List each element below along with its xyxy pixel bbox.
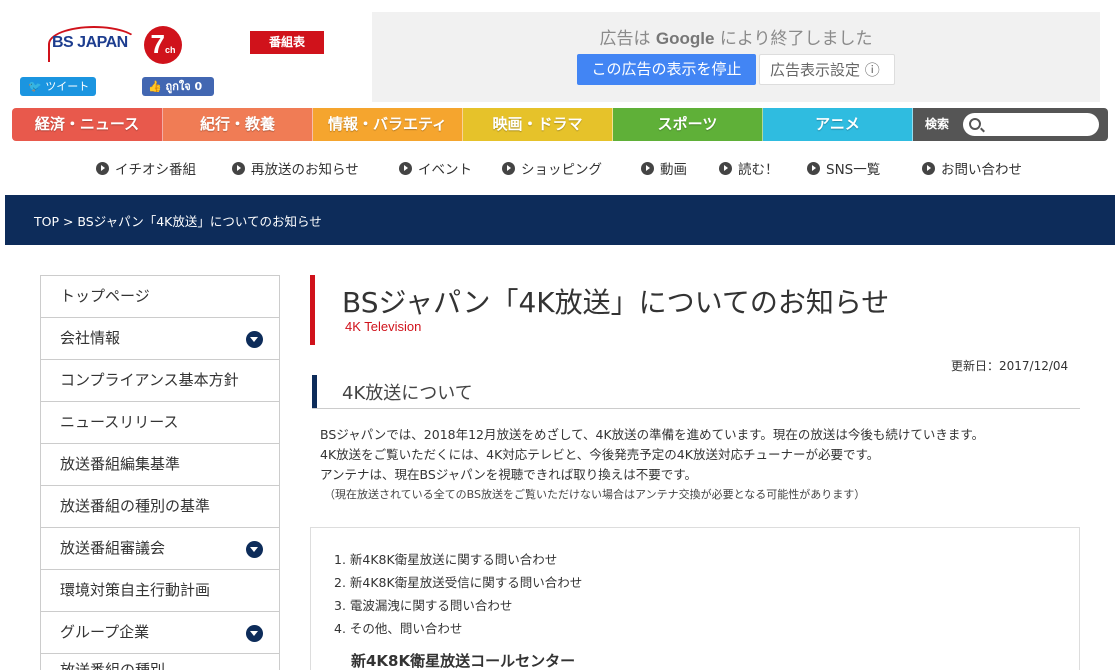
inquiry-list: 1. 新4K8K衛星放送に関する問い合わせ 2. 新4K8K衛星放送受信に関する… (334, 548, 582, 640)
chevron-down-icon[interactable] (246, 331, 263, 348)
sub-nav: イチオシ番組 再放送のお知らせ イベント ショッピング 動画 読む！ SNS一覧… (0, 158, 1118, 178)
ad-message-prefix: 広告は (599, 29, 651, 49)
sub-nav-label: 動画 (660, 162, 687, 178)
sidebar: トップページ 会社情報 コンプライアンス基本方針 ニュースリリース 放送番組編集… (40, 275, 280, 654)
paragraph: 4K放送をご覧いただくには、4K対応テレビと、今後発売予定の4K放送対応チューナ… (320, 447, 880, 462)
sidebar-item-label: 放送番組の種別 (60, 661, 166, 670)
ad-message-suffix: により終了しました (719, 29, 873, 49)
chevron-down-icon[interactable] (246, 541, 263, 558)
arrow-right-icon (399, 161, 412, 175)
sub-nav-label: イチオシ番組 (115, 162, 196, 178)
sidebar-item-group-companies[interactable]: グループ企業 (41, 612, 279, 654)
breadcrumb[interactable]: TOP > BSジャパン「4K放送」についてのお知らせ (34, 211, 322, 230)
arrow-right-icon (96, 161, 109, 175)
sidebar-item-label: トップページ (60, 287, 150, 305)
list-item[interactable]: 4. その他、問い合わせ (334, 617, 582, 640)
title-accent-bar (310, 275, 315, 345)
sub-nav-label: お問い合わせ (941, 162, 1022, 178)
logo-text: BS JAPAN (52, 34, 128, 51)
sidebar-item-label: 環境対策自主行動計画 (60, 581, 211, 599)
section-divider (312, 408, 1080, 409)
sidebar-item-label: 放送番組審議会 (60, 539, 166, 557)
sidebar-item-program-council[interactable]: 放送番組審議会 (41, 528, 279, 570)
sub-nav-shopping[interactable]: ショッピング (502, 158, 602, 178)
genre-sports[interactable]: スポーツ (613, 108, 763, 141)
ad-stop-button[interactable]: この広告の表示を停止 (577, 54, 756, 85)
twitter-icon: 🐦 (28, 80, 42, 93)
genre-travel-culture[interactable]: 紀行・教養 (163, 108, 313, 141)
genre-nav: 経済・ニュース 紀行・教養 情報・バラエティ 映画・ドラマ スポーツ アニメ 検… (12, 108, 1108, 141)
sidebar-item-label: 会社情報 (60, 329, 121, 347)
search-label: 検索 (925, 117, 950, 131)
section-accent-bar (312, 375, 317, 408)
sidebar-item-label: ニュースリリース (60, 413, 179, 431)
sidebar-item-label: グループ企業 (60, 623, 150, 641)
sub-nav-label: ショッピング (521, 162, 602, 178)
arrow-right-icon (719, 161, 732, 175)
thumbs-up-icon: 👍 (148, 80, 162, 93)
note: （現在放送されている全てのBS放送をご覧いただけない場合はアンテナ交換が必要とな… (324, 488, 866, 501)
page-subtitle: 4K Television (345, 319, 422, 334)
sidebar-item-program-types[interactable]: 放送番組の種別の基準 (41, 486, 279, 528)
call-center-heading: 新4K8K衛星放送コールセンター (351, 652, 576, 670)
bs-japan-logo[interactable]: BS JAPAN 7ch (48, 22, 192, 66)
sub-nav-label: 再放送のお知らせ (251, 162, 359, 178)
page-title: BSジャパン「4K放送」についてのお知らせ (342, 286, 890, 319)
logo-channel-badge: 7ch (144, 26, 182, 64)
arrow-right-icon (922, 161, 935, 175)
sub-nav-video[interactable]: 動画 (641, 158, 687, 178)
arrow-right-icon (232, 161, 245, 175)
list-item[interactable]: 3. 電波漏洩に関する問い合わせ (334, 594, 582, 617)
sub-nav-contact[interactable]: お問い合わせ (922, 158, 1022, 178)
sidebar-item-compliance[interactable]: コンプライアンス基本方針 (41, 360, 279, 402)
arrow-right-icon (502, 161, 515, 175)
list-item[interactable]: 1. 新4K8K衛星放送に関する問い合わせ (334, 548, 582, 571)
sidebar-item-editorial-standards[interactable]: 放送番組編集基準 (41, 444, 279, 486)
chevron-down-icon[interactable] (246, 625, 263, 642)
tweet-label: ツイート (45, 80, 90, 93)
sidebar-item-news-release[interactable]: ニュースリリース (41, 402, 279, 444)
ad-panel: 広告は Google により終了しました この広告の表示を停止 広告表示設定 ⓘ (372, 12, 1100, 102)
search-icon[interactable] (969, 118, 981, 130)
body-text: BSジャパンでは、2018年12月放送をめざして、4K放送の準備を進めています。… (320, 425, 1090, 505)
sub-nav-label: 読む！ (738, 162, 779, 178)
tweet-button[interactable]: 🐦 ツイート (20, 77, 96, 96)
genre-movie-drama[interactable]: 映画・ドラマ (463, 108, 613, 141)
sidebar-item-label: 放送番組編集基準 (60, 455, 181, 473)
sidebar-item-company[interactable]: 会社情報 (41, 318, 279, 360)
breadcrumb-bar: TOP > BSジャパン「4K放送」についてのお知らせ (5, 195, 1115, 245)
sub-nav-featured[interactable]: イチオシ番組 (96, 158, 196, 178)
page: BS JAPAN 7ch 番組表 🐦 ツイート 👍 ถูกใจ 0 広告は Go… (0, 0, 1118, 670)
sub-nav-rebroadcast[interactable]: 再放送のお知らせ (232, 158, 359, 178)
list-item[interactable]: 2. 新4K8K衛星放送受信に関する問い合わせ (334, 571, 582, 594)
sub-nav-label: イベント (418, 162, 472, 178)
like-label: ถูกใจ 0 (165, 80, 203, 93)
sub-nav-sns[interactable]: SNS一覧 (807, 158, 880, 178)
search-box: 検索 (913, 108, 1108, 141)
schedule-button[interactable]: 番組表 (250, 31, 324, 54)
sub-nav-read[interactable]: 読む！ (719, 158, 779, 178)
paragraph: BSジャパンでは、2018年12月放送をめざして、4K放送の準備を進めています。… (320, 427, 985, 442)
google-wordmark: Google (655, 29, 715, 48)
sidebar-item-label: 放送番組の種別の基準 (60, 497, 211, 515)
sidebar-item-label: コンプライアンス基本方針 (60, 371, 239, 389)
facebook-like-button[interactable]: 👍 ถูกใจ 0 (142, 77, 214, 96)
sidebar-item-top[interactable]: トップページ (41, 276, 279, 318)
logo-channel-number: 7 (150, 29, 165, 59)
sub-nav-event[interactable]: イベント (399, 158, 472, 178)
ad-settings-button[interactable]: 広告表示設定 ⓘ (759, 54, 895, 85)
sidebar-item-environment[interactable]: 環境対策自主行動計画 (41, 570, 279, 612)
sub-nav-label: SNS一覧 (826, 162, 881, 178)
arrow-right-icon (807, 161, 820, 175)
updated-date: 更新日：2017/12/04 (951, 359, 1069, 373)
sidebar-item-partial[interactable]: 放送番組の種別 (40, 653, 280, 670)
genre-anime[interactable]: アニメ (763, 108, 913, 141)
genre-info-variety[interactable]: 情報・バラエティ (313, 108, 463, 141)
paragraph: アンテナは、現在BSジャパンを視聴できれば取り換えは不要です。 (320, 467, 698, 482)
arrow-right-icon (641, 161, 654, 175)
logo-channel-suffix: ch (164, 45, 176, 55)
genre-economy-news[interactable]: 経済・ニュース (12, 108, 163, 141)
ad-message: 広告は Google により終了しました (372, 24, 1100, 49)
section-title: 4K放送について (342, 383, 473, 404)
